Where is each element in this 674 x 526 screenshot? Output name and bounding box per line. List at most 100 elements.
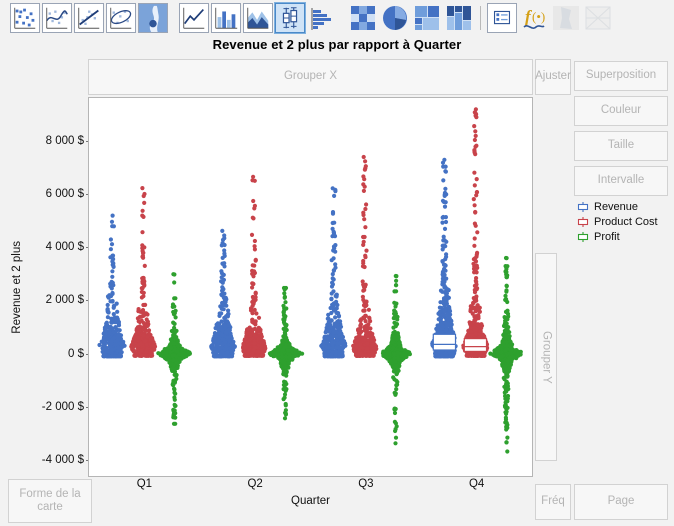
data-point: [333, 315, 338, 320]
dropzone-ajuster[interactable]: Ajuster: [535, 59, 571, 95]
data-point: [392, 410, 398, 416]
line-of-fit-icon[interactable]: [74, 3, 104, 33]
treemap-icon[interactable]: [412, 3, 442, 33]
data-point: [362, 264, 367, 270]
data-point: [336, 313, 342, 318]
data-point: [150, 337, 155, 342]
data-point: [358, 323, 363, 328]
line-chart-icon[interactable]: [179, 3, 209, 33]
parallel-plot-icon[interactable]: [583, 3, 613, 33]
legend-item[interactable]: Revenue: [576, 200, 672, 214]
data-point: [227, 338, 232, 343]
plot-canvas[interactable]: [88, 97, 533, 477]
data-point: [367, 353, 372, 358]
dropzone-freq[interactable]: Fréq: [535, 484, 571, 520]
data-point: [110, 213, 115, 218]
data-point: [216, 344, 221, 349]
legend-item[interactable]: Product Cost: [576, 215, 672, 229]
legend-settings-icon[interactable]: [487, 3, 517, 33]
scatter-plot-icon[interactable]: [10, 3, 40, 33]
data-point: [105, 315, 110, 320]
data-point: [478, 353, 483, 358]
chart-type-toolbar[interactable]: f (•): [0, 0, 674, 36]
pie-chart-icon[interactable]: [380, 3, 410, 33]
data-point: [139, 348, 144, 353]
mosaic-chart-icon[interactable]: [444, 3, 474, 33]
data-point: [364, 329, 369, 334]
data-point: [252, 238, 257, 244]
data-point: [287, 354, 292, 359]
contour-density-icon[interactable]: [138, 3, 168, 33]
data-point: [110, 269, 115, 274]
ellipse-contour-icon[interactable]: [106, 3, 136, 33]
data-point: [171, 272, 176, 277]
data-point: [359, 351, 364, 357]
data-point: [504, 367, 509, 372]
formula-function-icon[interactable]: f (•): [519, 3, 549, 33]
data-point: [475, 230, 480, 235]
toolbar-group-charts[interactable]: [178, 0, 338, 36]
data-point: [475, 250, 480, 255]
data-point: [108, 324, 113, 329]
data-point: [217, 313, 222, 318]
data-point: [442, 284, 447, 289]
dropzone-grouper-y[interactable]: Grouper Y: [535, 253, 557, 461]
toolbar-group-categorical[interactable]: [347, 0, 475, 36]
legend-item[interactable]: Profit: [576, 230, 672, 244]
data-point: [144, 323, 149, 328]
data-point: [335, 337, 340, 342]
dropzone-superposition[interactable]: Superposition: [574, 61, 668, 91]
data-point: [472, 148, 477, 153]
bar-chart-icon[interactable]: [211, 3, 241, 33]
data-point: [473, 129, 478, 134]
area-chart-icon[interactable]: [243, 3, 273, 33]
data-point: [141, 302, 146, 308]
data-point: [101, 340, 106, 345]
data-point: [392, 390, 397, 395]
heatmap-icon[interactable]: [348, 3, 378, 33]
data-point: [172, 367, 177, 372]
data-point: [225, 320, 231, 325]
data-point: [105, 302, 110, 308]
data-point: [505, 273, 510, 278]
plot-area[interactable]: [88, 97, 533, 477]
data-point: [142, 339, 148, 344]
data-point: [180, 347, 185, 352]
box-plot-icon[interactable]: [274, 2, 306, 34]
data-point: [138, 341, 143, 347]
dropzone-page[interactable]: Page: [574, 484, 668, 520]
data-point: [331, 277, 336, 282]
dropzone-grouper-x[interactable]: Grouper X: [88, 59, 533, 95]
dropzone-forme-de-la-carte[interactable]: Forme de la carte: [8, 479, 92, 523]
data-point: [262, 347, 267, 352]
data-point: [146, 328, 152, 333]
data-point: [248, 306, 254, 311]
data-point: [362, 184, 367, 189]
data-point: [104, 321, 109, 326]
data-point: [360, 336, 365, 341]
dropzone-couleur[interactable]: Couleur: [574, 96, 668, 126]
map-shape-icon[interactable]: [551, 3, 581, 33]
data-point: [443, 186, 448, 191]
data-point: [281, 285, 287, 291]
toolbar-group-points[interactable]: [9, 0, 169, 36]
legend-item-label: Product Cost: [594, 216, 658, 228]
smoother-curve-icon[interactable]: [42, 3, 72, 33]
histogram-icon[interactable]: [307, 3, 337, 33]
data-point: [449, 354, 454, 359]
data-point: [111, 264, 116, 269]
dropzone-taille[interactable]: Taille: [574, 131, 668, 161]
data-point: [397, 358, 402, 363]
dropzone-grouper-x-label: Grouper X: [283, 70, 338, 83]
x-axis-title: Quarter: [291, 495, 330, 507]
data-point: [254, 311, 259, 316]
data-point: [212, 354, 217, 359]
dropzone-intervalle[interactable]: Intervalle: [574, 166, 668, 196]
toolbar-group-extras[interactable]: f (•): [486, 0, 614, 36]
data-point: [97, 342, 102, 348]
chart-legend[interactable]: Revenue Product Cost Profit: [576, 200, 672, 245]
x-axis-ticks: Q1 Q2 Q3 Q4: [88, 478, 533, 494]
data-point: [370, 342, 375, 347]
data-point: [393, 441, 398, 446]
data-point: [505, 405, 510, 410]
